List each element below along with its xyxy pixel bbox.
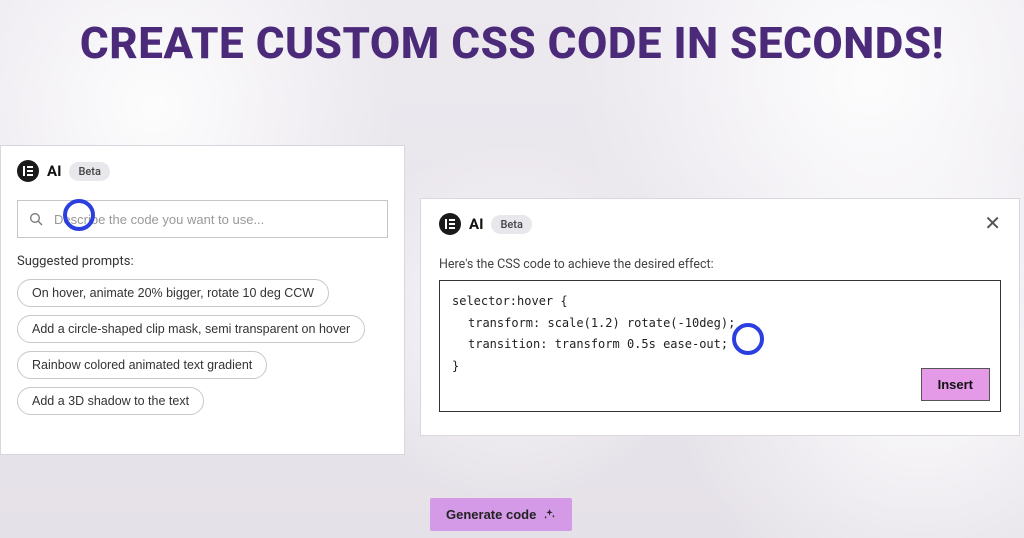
prompt-chip[interactable]: Rainbow colored animated text gradient [17, 351, 267, 379]
page-headline: CREATE CUSTOM CSS CODE IN SECONDS! [0, 18, 1024, 69]
search-wrap[interactable] [17, 200, 388, 238]
prompt-chip[interactable]: Add a circle-shaped clip mask, semi tran… [17, 315, 365, 343]
ai-result-panel: AI Beta ✕ Here's the CSS code to achieve… [420, 198, 1020, 436]
elementor-logo-icon [17, 160, 39, 182]
code-line: transform: scale(1.2) rotate(-10deg); [452, 313, 988, 335]
prompt-chip[interactable]: Add a 3D shadow to the text [17, 387, 204, 415]
ai-title-right: AI [469, 215, 483, 233]
suggested-prompts-list: On hover, animate 20% bigger, rotate 10 … [17, 279, 388, 415]
result-label: Here's the CSS code to achieve the desir… [439, 257, 1001, 272]
generate-label: Generate code [446, 507, 536, 522]
css-code-box: selector:hover { transform: scale(1.2) r… [439, 280, 1001, 412]
suggested-prompts-label: Suggested prompts: [17, 254, 388, 269]
code-line: } [452, 356, 988, 378]
code-line: transition: transform 0.5s ease-out; [452, 334, 988, 356]
elementor-logo-icon [439, 213, 461, 235]
beta-badge-left: Beta [69, 162, 109, 181]
sparkle-icon [543, 508, 556, 521]
generate-code-button[interactable]: Generate code [430, 498, 572, 531]
ai-header-right: AI Beta ✕ [439, 213, 1001, 235]
insert-button[interactable]: Insert [921, 368, 990, 401]
ai-header-left: AI Beta [17, 160, 388, 182]
ai-title-left: AI [47, 162, 61, 180]
code-line: selector:hover { [452, 291, 988, 313]
prompt-chip[interactable]: On hover, animate 20% bigger, rotate 10 … [17, 279, 329, 307]
close-icon[interactable]: ✕ [984, 213, 1001, 233]
search-icon [28, 211, 44, 227]
beta-badge-right: Beta [491, 215, 531, 234]
ai-prompt-panel: AI Beta Suggested prompts: On hover, ani… [0, 145, 405, 455]
prompt-input[interactable] [44, 212, 377, 227]
